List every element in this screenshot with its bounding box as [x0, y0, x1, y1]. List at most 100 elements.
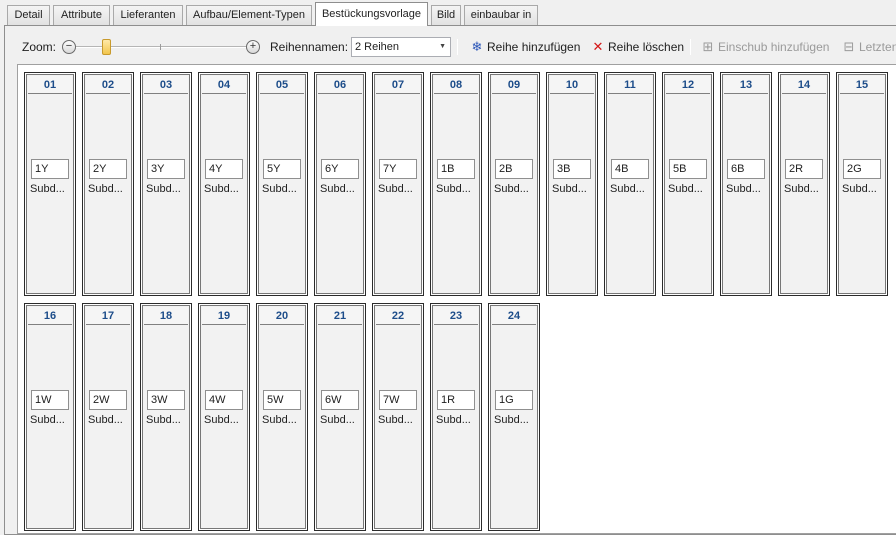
- slot-number: 18: [144, 307, 188, 325]
- slot-code-field[interactable]: 1Y: [31, 159, 69, 179]
- slot-number: 16: [28, 307, 72, 325]
- add-slot-button[interactable]: ⊞ Einschub hinzufügen: [700, 36, 830, 58]
- slot-code-field[interactable]: 2B: [495, 159, 533, 179]
- tab-attribute[interactable]: Attribute: [53, 5, 110, 25]
- add-row-label: Reihe hinzufügen: [487, 40, 581, 54]
- slot-code-field[interactable]: 7W: [379, 390, 417, 410]
- toolbar: Zoom: − + Reihennamen: 2 Reihen ▼ ❄ Reih…: [14, 36, 896, 58]
- slot-subtitle: Subd...: [320, 183, 355, 195]
- delete-row-button[interactable]: ✕ Reihe löschen: [590, 36, 685, 58]
- row-names-select[interactable]: 2 Reihen ▼: [351, 37, 451, 57]
- slot-number: 02: [86, 76, 130, 94]
- slot-card[interactable]: 03 3Y Subd...: [140, 72, 192, 296]
- slot-card[interactable]: 21 6W Subd...: [314, 303, 366, 531]
- slot-card[interactable]: 04 4Y Subd...: [198, 72, 250, 296]
- slot-card[interactable]: 16 1W Subd...: [24, 303, 76, 531]
- zoom-in-icon[interactable]: +: [246, 40, 260, 54]
- slot-subtitle: Subd...: [378, 183, 413, 195]
- slot-number: 20: [260, 307, 304, 325]
- tab-aufbau-element-typen[interactable]: Aufbau/Element-Typen: [186, 5, 312, 25]
- slot-card[interactable]: 05 5Y Subd...: [256, 72, 308, 296]
- zoom-slider-thumb[interactable]: [102, 39, 111, 55]
- slot-number: 08: [434, 76, 478, 94]
- slot-code-field[interactable]: 2R: [785, 159, 823, 179]
- slot-number: 17: [86, 307, 130, 325]
- slot-card[interactable]: 07 7Y Subd...: [372, 72, 424, 296]
- slot-card[interactable]: 17 2W Subd...: [82, 303, 134, 531]
- delete-last-button[interactable]: ⊟ Letzten: [841, 36, 896, 58]
- slot-card[interactable]: 14 2R Subd...: [778, 72, 830, 296]
- slot-card[interactable]: 18 3W Subd...: [140, 303, 192, 531]
- slot-subtitle: Subd...: [610, 183, 645, 195]
- slot-code-field[interactable]: 4B: [611, 159, 649, 179]
- tab-bestueckungsvorlage[interactable]: Bestückungsvorlage: [315, 2, 428, 26]
- slot-card[interactable]: 06 6Y Subd...: [314, 72, 366, 296]
- row-names-value: 2 Reihen: [355, 41, 400, 53]
- slot-number: 06: [318, 76, 362, 94]
- delete-last-icon: ⊟: [843, 39, 855, 54]
- tab-lieferanten[interactable]: Lieferanten: [113, 5, 183, 25]
- slot-number: 19: [202, 307, 246, 325]
- slot-code-field[interactable]: 2Y: [89, 159, 127, 179]
- tab-einbaubar-in[interactable]: einbaubar in: [464, 5, 538, 25]
- slot-code-field[interactable]: 6W: [321, 390, 359, 410]
- slot-code-field[interactable]: 6Y: [321, 159, 359, 179]
- slot-grid: 01 1Y Subd... 02 2Y Subd... 03 3Y Subd... 04 4Y Sub…: [17, 64, 896, 534]
- slot-subtitle: Subd...: [378, 414, 413, 426]
- slot-code-field[interactable]: 5B: [669, 159, 707, 179]
- slot-subtitle: Subd...: [204, 183, 239, 195]
- zoom-slider-tick: [160, 44, 161, 50]
- slot-subtitle: Subd...: [842, 183, 877, 195]
- slot-code-field[interactable]: 4W: [205, 390, 243, 410]
- slot-number: 24: [492, 307, 536, 325]
- slot-code-field[interactable]: 2G: [843, 159, 881, 179]
- slot-code-field[interactable]: 1R: [437, 390, 475, 410]
- slot-code-field[interactable]: 5Y: [263, 159, 301, 179]
- zoom-slider[interactable]: − +: [62, 39, 260, 55]
- slot-subtitle: Subd...: [320, 414, 355, 426]
- zoom-out-icon[interactable]: −: [62, 40, 76, 54]
- tab-detail[interactable]: Detail: [7, 5, 50, 25]
- slot-code-field[interactable]: 2W: [89, 390, 127, 410]
- slot-code-field[interactable]: 1B: [437, 159, 475, 179]
- add-row-button[interactable]: ❄ Reihe hinzufügen: [469, 36, 581, 58]
- slot-card[interactable]: 20 5W Subd...: [256, 303, 308, 531]
- slot-code-field[interactable]: 5W: [263, 390, 301, 410]
- slot-code-field[interactable]: 3Y: [147, 159, 185, 179]
- slot-card[interactable]: 15 2G Subd...: [836, 72, 888, 296]
- slot-card[interactable]: 19 4W Subd...: [198, 303, 250, 531]
- slot-code-field[interactable]: 7Y: [379, 159, 417, 179]
- slot-card[interactable]: 01 1Y Subd...: [24, 72, 76, 296]
- slot-number: 09: [492, 76, 536, 94]
- slot-card[interactable]: 11 4B Subd...: [604, 72, 656, 296]
- slot-card[interactable]: 10 3B Subd...: [546, 72, 598, 296]
- slot-number: 05: [260, 76, 304, 94]
- zoom-label: Zoom:: [22, 40, 57, 54]
- slot-subtitle: Subd...: [436, 183, 471, 195]
- slot-card[interactable]: 23 1R Subd...: [430, 303, 482, 531]
- slot-number: 22: [376, 307, 420, 325]
- slot-card[interactable]: 24 1G Subd...: [488, 303, 540, 531]
- slot-number: 21: [318, 307, 362, 325]
- slot-code-field[interactable]: 3B: [553, 159, 591, 179]
- slot-card[interactable]: 09 2B Subd...: [488, 72, 540, 296]
- slot-subtitle: Subd...: [262, 414, 297, 426]
- slot-card[interactable]: 08 1B Subd...: [430, 72, 482, 296]
- slot-card[interactable]: 22 7W Subd...: [372, 303, 424, 531]
- slot-subtitle: Subd...: [30, 183, 65, 195]
- slot-subtitle: Subd...: [784, 183, 819, 195]
- slot-code-field[interactable]: 1G: [495, 390, 533, 410]
- slot-number: 23: [434, 307, 478, 325]
- red-x-icon: ✕: [592, 39, 604, 54]
- delete-last-label: Letzten: [859, 40, 896, 54]
- slot-card[interactable]: 13 6B Subd...: [720, 72, 772, 296]
- slot-code-field[interactable]: 3W: [147, 390, 185, 410]
- slot-number: 04: [202, 76, 246, 94]
- slot-subtitle: Subd...: [494, 414, 529, 426]
- slot-card[interactable]: 02 2Y Subd...: [82, 72, 134, 296]
- slot-code-field[interactable]: 6B: [727, 159, 765, 179]
- tab-bild[interactable]: Bild: [431, 5, 461, 25]
- slot-code-field[interactable]: 1W: [31, 390, 69, 410]
- slot-code-field[interactable]: 4Y: [205, 159, 243, 179]
- slot-card[interactable]: 12 5B Subd...: [662, 72, 714, 296]
